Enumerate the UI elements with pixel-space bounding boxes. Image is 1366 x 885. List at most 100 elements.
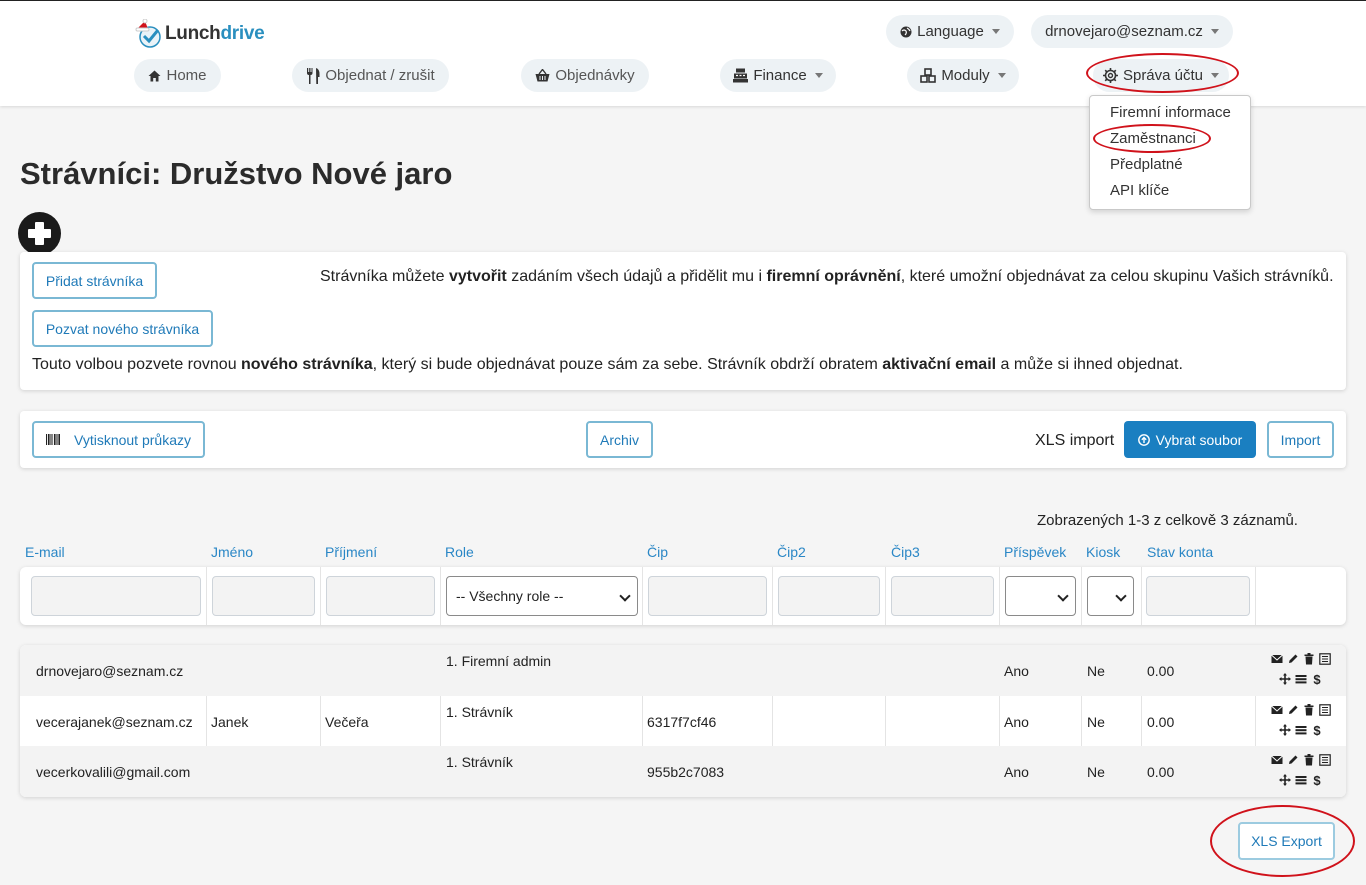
account-dropdown[interactable]: drnovejaro@seznam.cz (1031, 15, 1233, 48)
column-divider (206, 567, 207, 625)
move-icon[interactable] (1279, 774, 1291, 786)
cash-register-icon (733, 68, 749, 83)
balance-filter-input[interactable] (1146, 576, 1250, 616)
nav-account-management[interactable]: Správa účtu (1093, 59, 1229, 92)
envelope-icon[interactable] (1271, 653, 1283, 665)
pencil-icon[interactable] (1287, 754, 1299, 766)
cell-email: vecerajanek@seznam.cz (36, 714, 193, 730)
pencil-icon[interactable] (1287, 653, 1299, 665)
role-filter-select[interactable]: -- Všechny role -- (446, 576, 638, 616)
menu-item-api-keys[interactable]: API klíče (1090, 181, 1250, 207)
utensils-icon (307, 67, 320, 84)
top-navbar: Lunchdrive Language drnovejaro@seznam.cz… (0, 0, 1366, 106)
column-header-kiosk[interactable]: Kiosk (1086, 544, 1120, 560)
column-header-chip2[interactable]: Čip2 (777, 544, 806, 560)
archive-button[interactable]: Archiv (586, 421, 653, 458)
list-alt-icon[interactable] (1319, 704, 1331, 716)
nav-modules[interactable]: Moduly (907, 59, 1019, 92)
menu-lines-icon[interactable] (1295, 724, 1307, 736)
first-name-filter-input[interactable] (212, 576, 315, 616)
svg-text:$: $ (1313, 673, 1321, 685)
trash-icon[interactable] (1303, 754, 1315, 766)
column-divider (642, 567, 643, 625)
kiosk-filter-select[interactable] (1087, 576, 1134, 616)
chip-filter-input[interactable] (648, 576, 767, 616)
trash-icon[interactable] (1303, 653, 1315, 665)
cell-balance: 0.00 (1147, 663, 1175, 679)
dollar-icon[interactable]: $ (1311, 774, 1323, 786)
envelope-icon[interactable] (1271, 704, 1283, 716)
nav-home[interactable]: Home (134, 59, 221, 92)
cell-role: 1. Strávník (446, 754, 513, 770)
column-header-role[interactable]: Role (445, 544, 474, 560)
nav-finance[interactable]: Finance (720, 59, 836, 92)
add-diner-button[interactable]: Přidat strávníka (32, 262, 157, 299)
list-alt-icon[interactable] (1319, 653, 1331, 665)
brand-logo[interactable]: Lunchdrive (133, 18, 265, 49)
nav-order[interactable]: Objednat / zrušit (292, 59, 449, 92)
diners-table: drnovejaro@seznam.cz 1. Firemní admin An… (20, 645, 1346, 797)
cell-kiosk: Ne (1087, 764, 1105, 780)
move-icon[interactable] (1279, 724, 1291, 736)
xls-import-label: XLS import (1035, 432, 1115, 449)
pencil-icon[interactable] (1287, 704, 1299, 716)
column-header-first-name[interactable]: Jméno (211, 544, 253, 560)
nav-order-label: Objednat / zrušit (325, 67, 435, 84)
nav-account-management-label: Správa účtu (1122, 67, 1204, 84)
column-header-chip3[interactable]: Čip3 (891, 544, 920, 560)
language-dropdown[interactable]: Language (886, 15, 1014, 48)
list-alt-icon[interactable] (1319, 754, 1331, 766)
menu-item-subscription[interactable]: Předplatné (1090, 155, 1250, 181)
column-divider (999, 567, 1000, 625)
dollar-icon[interactable]: $ (1311, 724, 1323, 736)
menu-item-employees[interactable]: Zaměstnanci (1090, 129, 1250, 155)
cell-contribution: Ano (1004, 714, 1029, 730)
nav-orders[interactable]: Objednávky (521, 59, 649, 92)
chevron-down-icon (619, 590, 631, 602)
language-label: Language (917, 23, 984, 40)
invite-diner-button[interactable]: Pozvat nového strávníka (32, 310, 213, 347)
svg-text:$: $ (1313, 724, 1321, 736)
choose-file-button[interactable]: Vybrat soubor (1124, 421, 1256, 458)
column-header-chip[interactable]: Čip (647, 544, 668, 560)
cell-contribution: Ano (1004, 663, 1029, 679)
column-header-last-name[interactable]: Příjmení (325, 544, 377, 560)
create-diner-description: Strávníka můžete vytvořit zadáním všech … (320, 268, 1334, 285)
add-circle-icon[interactable] (18, 212, 61, 255)
menu-item-company-info[interactable]: Firemní informace (1090, 103, 1250, 129)
column-divider (1255, 567, 1256, 625)
import-button[interactable]: Import (1267, 421, 1334, 458)
cell-balance: 0.00 (1147, 714, 1175, 730)
column-header-email[interactable]: E-mail (25, 544, 65, 560)
row-actions: $ (1256, 649, 1346, 689)
table-row: drnovejaro@seznam.cz 1. Firemní admin An… (20, 645, 1346, 696)
column-header-balance[interactable]: Stav konta (1147, 544, 1213, 560)
menu-lines-icon[interactable] (1295, 774, 1307, 786)
nav-home-label: Home (166, 67, 207, 84)
column-header-contribution[interactable]: Příspěvek (1004, 544, 1066, 560)
chip2-filter-input[interactable] (778, 576, 880, 616)
svg-text:$: $ (1313, 774, 1321, 786)
page-title: Strávníci: Družstvo Nové jaro (20, 156, 453, 191)
print-cards-label: Vytisknout průkazy (74, 431, 191, 448)
envelope-icon[interactable] (1271, 754, 1283, 766)
upload-circle-icon (1137, 433, 1150, 446)
print-cards-button[interactable]: Vytisknout průkazy (32, 421, 205, 458)
nav-modules-label: Moduly (941, 67, 990, 84)
filter-row: -- Všechny role -- (20, 567, 1346, 625)
last-name-filter-input[interactable] (326, 576, 435, 616)
cell-role: 1. Firemní admin (446, 653, 552, 669)
dollar-icon[interactable]: $ (1311, 673, 1323, 685)
brand-name-part1: Lunch (165, 23, 221, 44)
move-icon[interactable] (1279, 673, 1291, 685)
chip3-filter-input[interactable] (891, 576, 994, 616)
column-divider (885, 567, 886, 625)
contribution-filter-select[interactable] (1005, 576, 1076, 616)
cell-first-name: Janek (211, 714, 249, 730)
email-filter-input[interactable] (31, 576, 201, 616)
home-icon (148, 70, 161, 81)
menu-lines-icon[interactable] (1295, 673, 1307, 685)
xls-export-button[interactable]: XLS Export (1238, 822, 1335, 860)
trash-icon[interactable] (1303, 704, 1315, 716)
nav-finance-label: Finance (753, 67, 807, 84)
